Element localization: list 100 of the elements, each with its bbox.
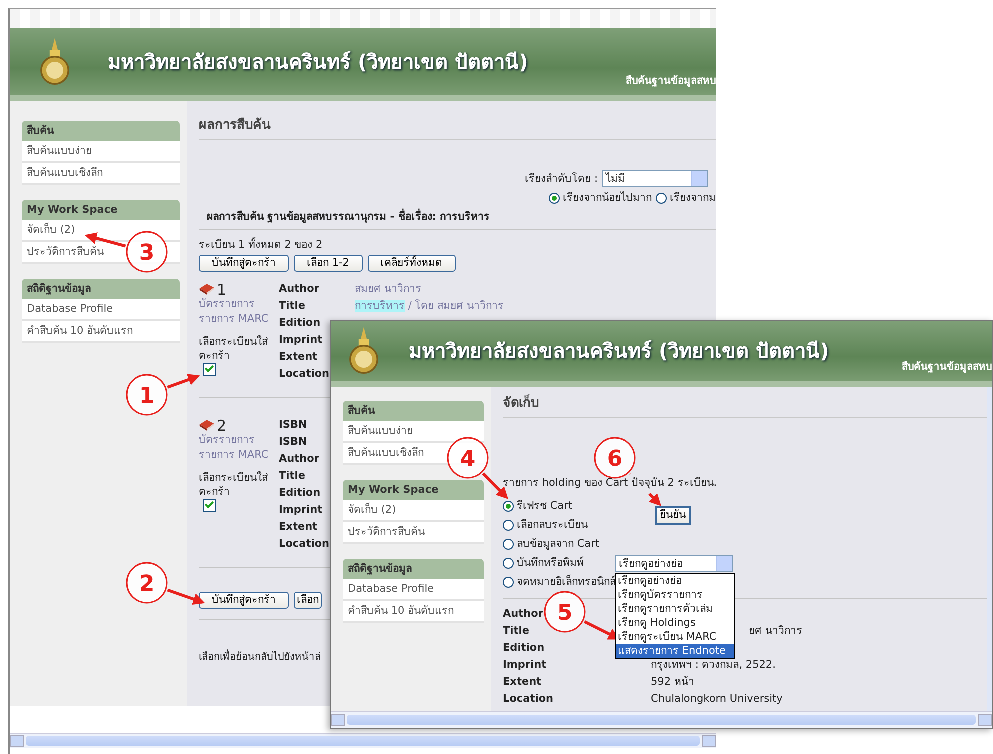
- sidebar-link[interactable]: คำสืบค้น 10 อันดับแรก: [343, 601, 484, 623]
- sidebar-link[interactable]: คำสืบค้น 10 อันดับแรก: [22, 321, 180, 343]
- dropdown-option[interactable]: แสดงรายการ Endnote: [616, 644, 734, 658]
- field-label: Author: [279, 282, 320, 296]
- radio-button[interactable]: [503, 538, 514, 550]
- callout-number: 4: [447, 437, 489, 479]
- callout-arrow: [167, 374, 200, 389]
- sidebar-heading: สืบค้น: [343, 401, 484, 421]
- format-dropdown[interactable]: เรียกดูอย่างย่อ: [615, 555, 733, 572]
- site-subtitle: สืบค้นฐานข้อมูลสหบ: [626, 75, 716, 89]
- sidebar-link[interactable]: จัดเก็บ (2): [343, 500, 484, 522]
- dropdown-option[interactable]: เรียกดูอย่างย่อ: [616, 574, 734, 588]
- field-label: Imprint: [279, 333, 323, 347]
- emblem-icon: [347, 325, 381, 377]
- dropdown-option[interactable]: เรียกดูรายการตัวเล่ม: [616, 602, 734, 616]
- radio-button[interactable]: [503, 558, 514, 568]
- horizontal-scrollbar[interactable]: [10, 733, 716, 748]
- radio-button[interactable]: [503, 500, 514, 512]
- dropdown-option[interactable]: เรียกดู Holdings: [616, 616, 734, 630]
- sidebar-link[interactable]: Database Profile: [22, 299, 180, 321]
- field-label: Imprint: [279, 503, 323, 517]
- callout-number: 1: [126, 374, 168, 416]
- field-label: Extent: [279, 520, 318, 534]
- sidebar-heading: สืบค้น: [22, 121, 180, 141]
- horizontal-scrollbar[interactable]: [331, 711, 992, 728]
- radio-button[interactable]: [656, 192, 667, 204]
- sidebar-heading: My Work Space: [22, 200, 180, 220]
- record-number: 2: [217, 418, 227, 432]
- radio-button[interactable]: [549, 192, 560, 204]
- field-value: 592 หน้า: [651, 676, 694, 688]
- radio-button[interactable]: [503, 576, 514, 588]
- form-button[interactable]: เลือก 1-2: [294, 255, 362, 272]
- field-label: Title: [503, 624, 530, 638]
- form-button[interactable]: เลือก: [294, 592, 322, 609]
- sidebar-link[interactable]: Database Profile: [343, 579, 484, 601]
- vertical-scrollbar[interactable]: [987, 387, 992, 711]
- form-button[interactable]: เคลียร์ทั้งหมด: [368, 255, 456, 272]
- field-label: ISBN: [279, 435, 308, 449]
- record-count: ระเบียน 1 ทั้งหมด 2 ของ 2: [199, 238, 324, 252]
- sidebar-link[interactable]: สืบค้นแบบเชิงลึก: [22, 163, 180, 185]
- confirm-button[interactable]: ยืนยัน: [655, 506, 691, 525]
- callout-number: 5: [544, 591, 586, 633]
- field-label: Extent: [503, 675, 542, 689]
- sidebar-link[interactable]: สืบค้นแบบง่าย: [343, 421, 484, 443]
- field-label: Edition: [279, 486, 321, 500]
- field-label: Title: [279, 299, 306, 313]
- site-title: มหาวิทยาลัยสงขลานครินทร์ (วิทยาเขต ปัตตานี): [108, 48, 528, 74]
- field-label: Location: [279, 367, 330, 381]
- record-number: 1: [217, 282, 227, 296]
- sidebar-link[interactable]: สืบค้นแบบง่าย: [22, 141, 180, 163]
- radio-label: เรียงจากม: [670, 191, 716, 205]
- field-label: Author: [503, 607, 544, 621]
- field-value: กรุงเทพฯ : ดวงกมล, 2522.: [651, 659, 776, 671]
- radio-label: เรียงจากน้อยไปมาก: [563, 191, 652, 205]
- callout-number: 3: [126, 231, 168, 273]
- field-label: Title: [279, 469, 306, 483]
- dropdown-option[interactable]: เรียกดูระเบียน MARC: [616, 630, 734, 644]
- sidebar-heading: สถิติฐานข้อมูล: [22, 279, 180, 299]
- callout-arrow: [167, 588, 206, 606]
- radio-button[interactable]: [503, 520, 514, 530]
- checkbox[interactable]: [203, 499, 216, 512]
- highlighted-term[interactable]: การบริหาร: [355, 300, 405, 312]
- book-icon: [199, 283, 215, 296]
- sidebar-heading: My Work Space: [343, 480, 484, 500]
- field-label: Imprint: [503, 658, 547, 672]
- field-value: / โดย สมยศ นาวิการ: [407, 300, 504, 312]
- form-button[interactable]: บันทึกสู่ตะกร้า: [199, 255, 289, 272]
- callout-arrow: [84, 232, 126, 248]
- radio-label: รีเฟรช Cart: [517, 499, 573, 513]
- radio-label: จดหมายอิเล็กทรอนิกส์: [517, 575, 616, 589]
- field-label: Location: [279, 537, 330, 551]
- sidebar-heading: สถิติฐานข้อมูล: [343, 559, 484, 579]
- cart-info: รายการ holding ของ Cart ปัจจุบัน 2 ระเบียน.: [503, 477, 718, 489]
- book-icon: [199, 419, 215, 432]
- callout-number: 2: [126, 562, 168, 604]
- field-value: สมยศ นาวิการ: [355, 283, 422, 295]
- radio-label: บันทึกหรือพิมพ์: [517, 556, 584, 570]
- field-value: ยศ นาวิการ: [749, 625, 802, 637]
- form-button[interactable]: บันทึกสู่ตะกร้า: [199, 592, 289, 609]
- field-label: Edition: [279, 316, 321, 330]
- field-value: Chulalongkorn University: [651, 693, 783, 705]
- site-subtitle: สืบค้นฐานข้อมูลสหบ: [902, 361, 992, 375]
- radio-label: เลือกลบระเบียน: [517, 518, 588, 532]
- field-label: Location: [503, 692, 554, 706]
- field-label: Edition: [503, 641, 545, 655]
- sort-label: เรียงลำดับโดย :: [525, 172, 598, 186]
- results-heading: ผลการสืบค้น ฐานข้อมูลสหบรรณานุกรม - ชื่อเรื่อง: การบริหาร: [199, 210, 716, 230]
- field-label: Author: [279, 452, 320, 466]
- checkbox[interactable]: [203, 363, 216, 376]
- sort-dropdown[interactable]: ไม่มี: [602, 170, 708, 187]
- field-label: ISBN: [279, 418, 308, 432]
- sidebar-link[interactable]: ประวัติการสืบค้น: [343, 522, 484, 544]
- radio-label: ลบข้อมูลจาก Cart: [517, 537, 600, 551]
- field-label: Extent: [279, 350, 318, 364]
- page-title: ผลการสืบค้น: [199, 117, 716, 140]
- dropdown-option[interactable]: เรียกดูบัตรรายการ: [616, 588, 734, 602]
- site-title: มหาวิทยาลัยสงขลานครินทร์ (วิทยาเขต ปัตตานี): [409, 338, 830, 364]
- select-label: เลือกระเบียนใส่ตะกร้า: [199, 471, 270, 499]
- back-text: เลือกเพื่อย้อนกลับไปยังหน้าล่: [199, 652, 321, 663]
- select-label: เลือกระเบียนใส่ตะกร้า: [199, 335, 270, 363]
